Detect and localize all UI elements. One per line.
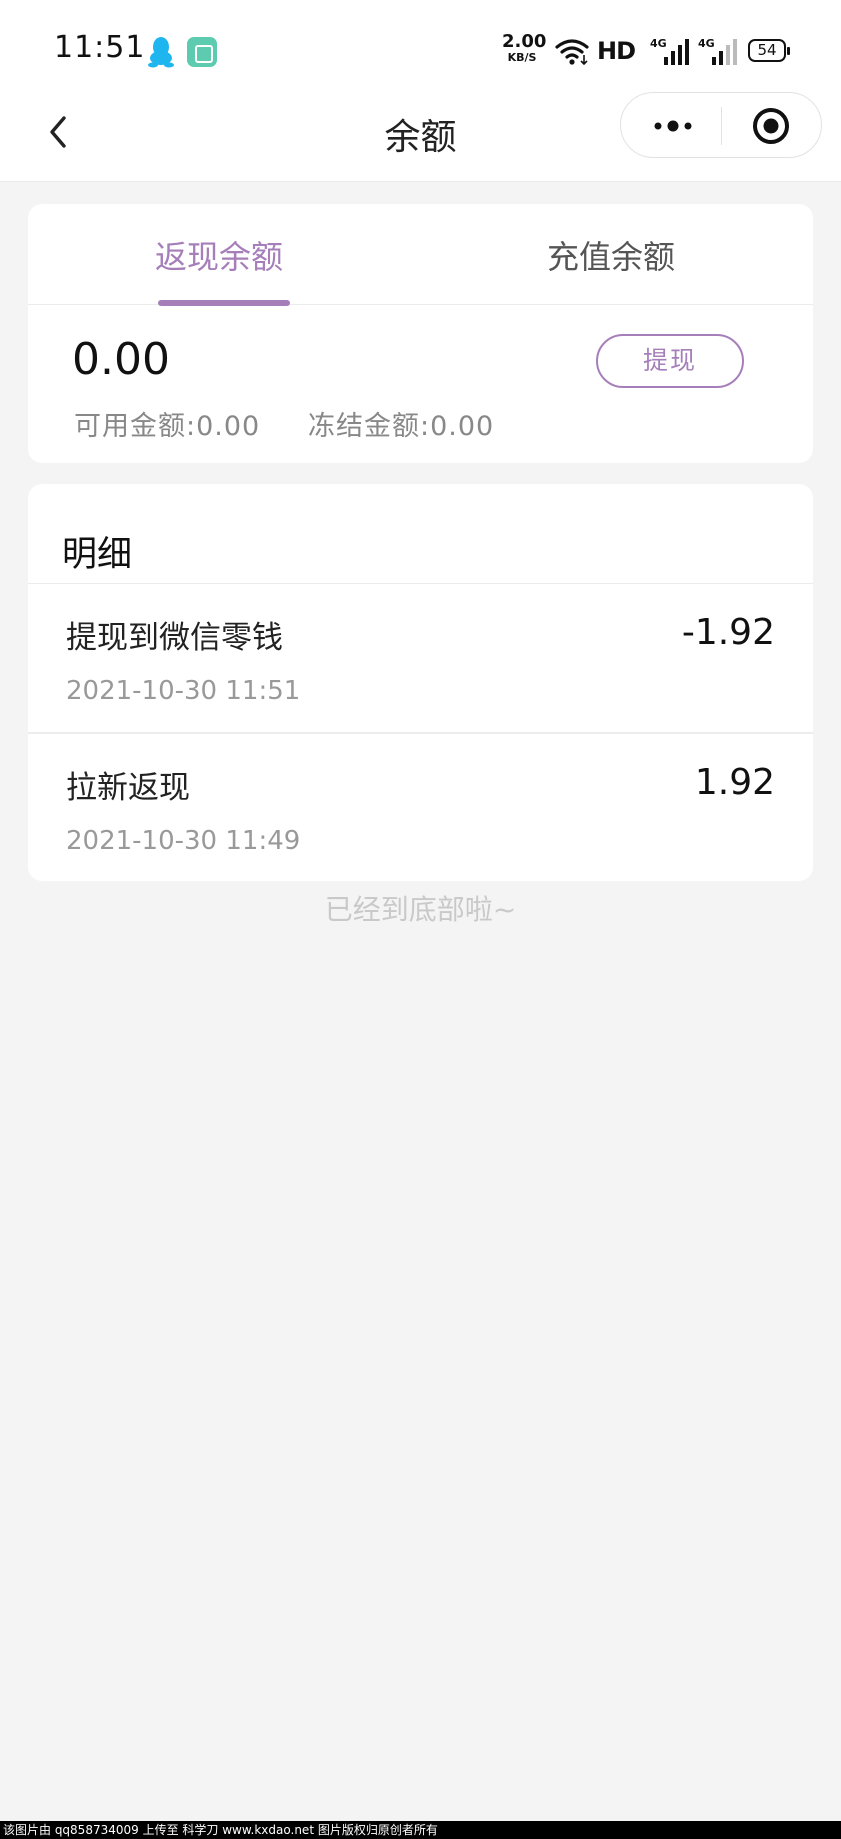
- transaction-row[interactable]: 拉新返现 1.92 2021-10-30 11:49: [28, 734, 813, 881]
- speed-unit: KB/S: [507, 51, 537, 64]
- transaction-amount: 1.92: [694, 762, 775, 803]
- speed-value: 2.00: [502, 31, 547, 52]
- qq-icon: [148, 37, 174, 68]
- status-time: 11:51: [54, 30, 146, 65]
- details-title: 明细: [62, 535, 133, 575]
- network-speed: 2.00 KB/S: [502, 31, 547, 64]
- transaction-amount: -1.92: [681, 612, 775, 653]
- transaction-row[interactable]: 提现到微信零钱 -1.92 2021-10-30 11:51: [28, 584, 813, 734]
- transaction-title: 拉新返现: [66, 770, 190, 806]
- balance-card: 返现余额 充值余额 0.00 可用金额:0.00 冻结金额:0.00 提现: [28, 204, 813, 463]
- signal-icon: 4G: [698, 37, 737, 65]
- end-of-list-note: 已经到底部啦~: [324, 893, 517, 926]
- signal-label: 4G: [698, 37, 715, 50]
- capsule-divider: [721, 107, 722, 145]
- balance-tabs: 返现余额 充值余额: [28, 204, 813, 306]
- transaction-title: 提现到微信零钱: [66, 620, 283, 656]
- signal-label: 4G: [650, 37, 667, 50]
- target-icon[interactable]: [752, 107, 790, 145]
- transaction-time: 2021-10-30 11:51: [66, 676, 301, 706]
- app-icon: [187, 37, 217, 67]
- mini-program-capsule: [620, 92, 822, 158]
- battery-icon: 54: [748, 39, 790, 62]
- status-bar: 11:51 2.00 KB/S HD 4G 4G 54: [0, 0, 841, 90]
- withdraw-button[interactable]: 提现: [596, 334, 744, 388]
- hd-indicator: HD: [597, 37, 636, 65]
- balance-amount: 0.00: [72, 334, 170, 385]
- nav-bar: 余额: [0, 90, 841, 182]
- more-icon[interactable]: [651, 109, 695, 143]
- wifi-icon: [555, 39, 589, 66]
- balance-page: 11:51 2.00 KB/S HD 4G 4G 54 余额 返现余额 充值余额…: [0, 0, 841, 1839]
- tab-cashback-balance[interactable]: 返现余额: [155, 232, 283, 278]
- transaction-time: 2021-10-30 11:49: [66, 826, 301, 856]
- tab-recharge-balance[interactable]: 充值余额: [547, 232, 675, 278]
- details-card: 明细 提现到微信零钱 -1.92 2021-10-30 11:51 拉新返现 1…: [28, 484, 813, 881]
- available-amount: 可用金额:0.00: [74, 411, 261, 442]
- active-tab-indicator: [158, 300, 290, 306]
- signal-icon: 4G: [650, 37, 689, 65]
- watermark-text: 该图片由 qq858734009 上传至 科学刀 www.kxdao.net 图…: [0, 1821, 841, 1839]
- frozen-amount: 冻结金额:0.00: [308, 411, 495, 442]
